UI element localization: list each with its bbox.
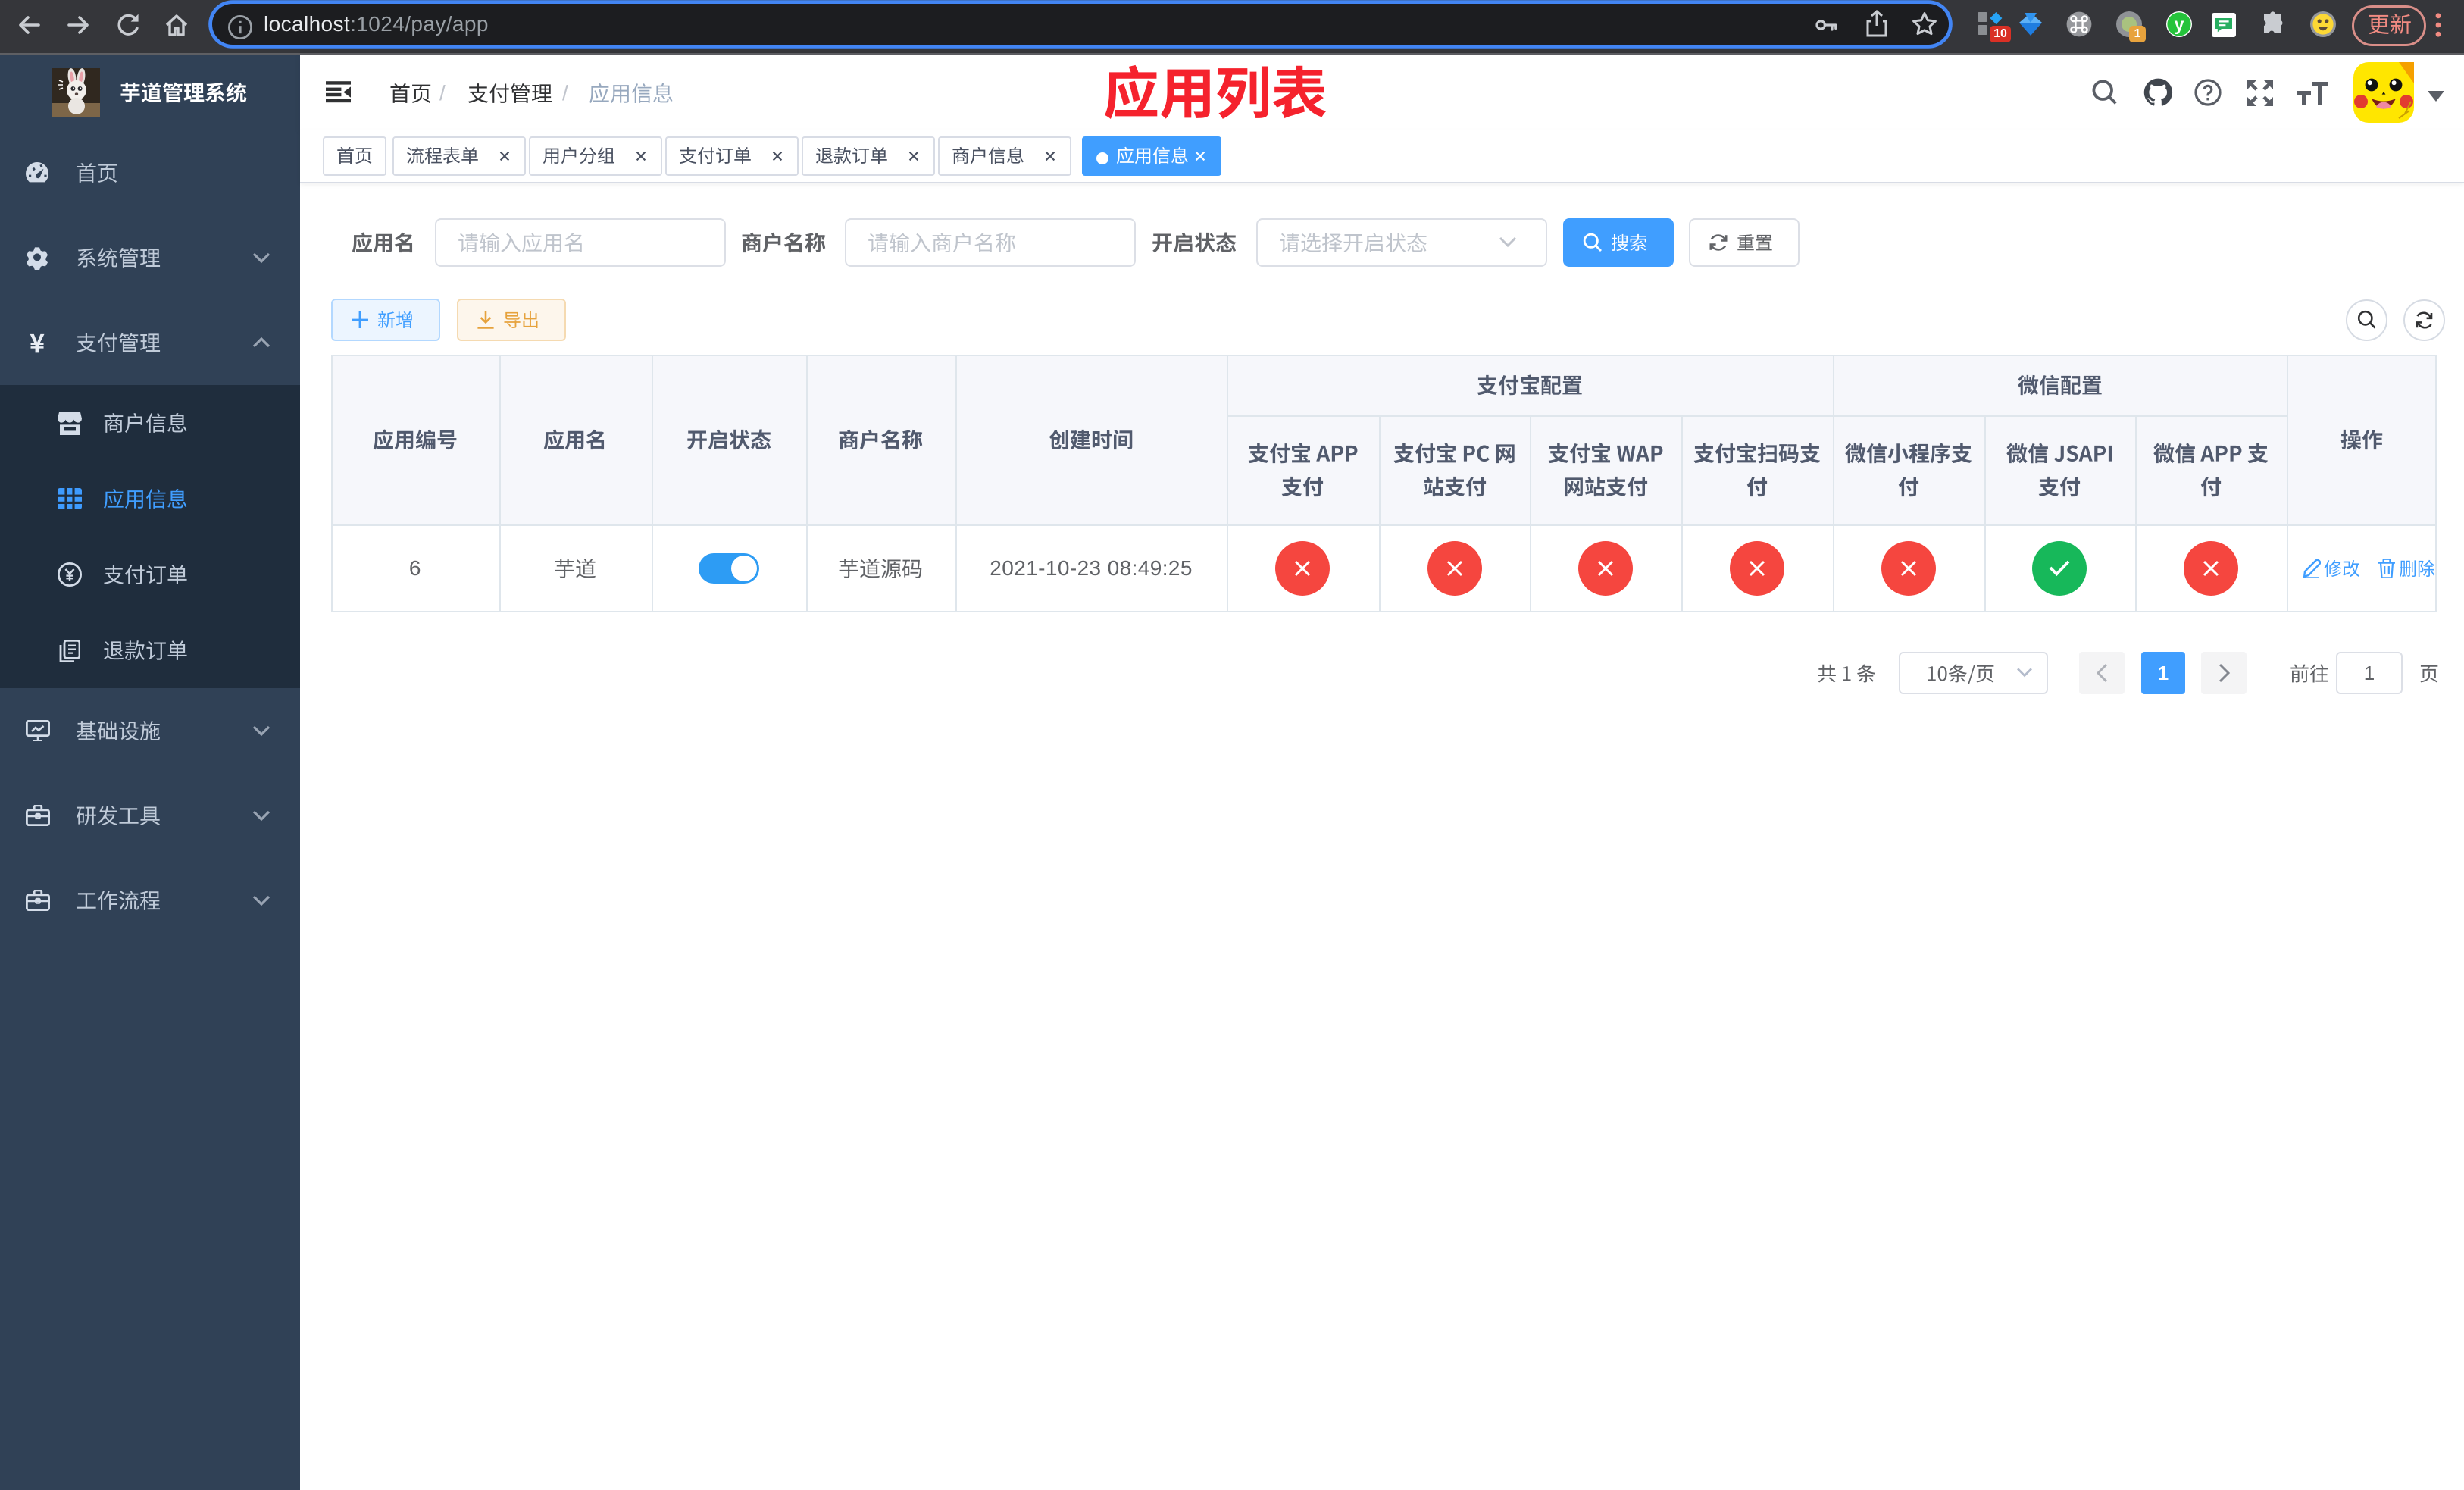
svg-text:y: y [2175, 14, 2184, 34]
